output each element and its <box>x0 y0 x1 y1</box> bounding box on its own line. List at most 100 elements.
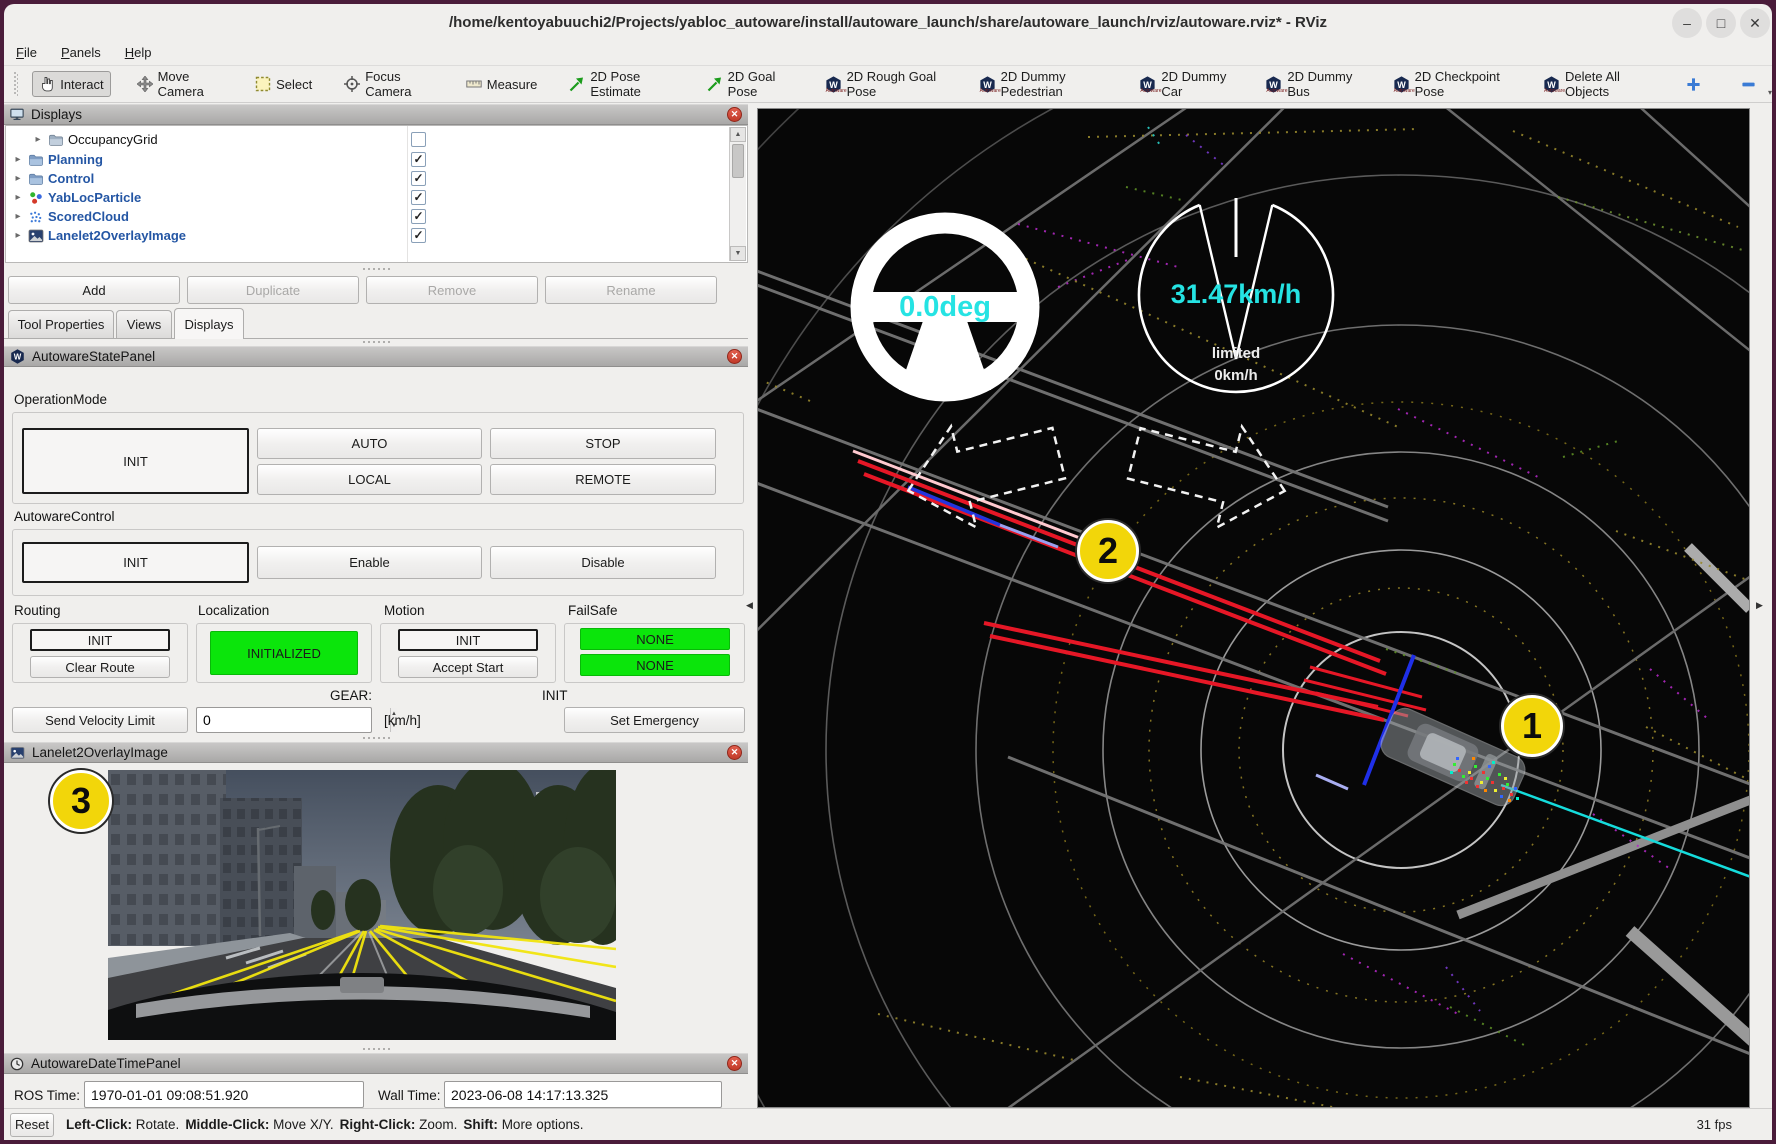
datetime-panel-header[interactable]: AutowareDateTimePanel ✕ <box>4 1053 748 1074</box>
autoware-control-state-button[interactable]: INIT <box>22 542 249 583</box>
minimize-button[interactable]: – <box>1672 8 1702 38</box>
tool-2d-pose-estimate[interactable]: 2D Pose Estimate <box>563 65 680 103</box>
localization-state-button[interactable]: INITIALIZED <box>210 631 358 675</box>
accept-start-button[interactable]: Accept Start <box>398 656 538 678</box>
wall-time-field[interactable] <box>444 1081 722 1108</box>
tab-tool-properties[interactable]: Tool Properties <box>8 310 114 338</box>
add-tool-button[interactable] <box>1680 73 1707 96</box>
tool-2d-rough-goal-pose[interactable]: W 2D Rough Goal Pose Autoware <box>819 65 953 103</box>
checkbox-lanelet2overlayimage[interactable]: ✓ <box>411 228 426 243</box>
expand-chevron-icon[interactable]: ▸ <box>32 134 44 145</box>
expand-chevron-icon[interactable]: ▸ <box>12 230 24 241</box>
tree-row-control[interactable]: ▸ Control ✓ <box>6 169 747 188</box>
image-panel-close-icon[interactable]: ✕ <box>727 745 742 760</box>
clock-icon <box>10 1057 24 1071</box>
titlebar[interactable]: /home/kentoyabuuchi2/Projects/yabloc_aut… <box>4 4 1772 40</box>
splitter-handle[interactable] <box>4 263 748 275</box>
remove-display-button[interactable]: Remove <box>366 276 538 304</box>
toolbar-overflow-chevron-icon[interactable]: ▾ <box>1768 88 1772 97</box>
minus-icon <box>1741 77 1756 92</box>
splitter-handle[interactable] <box>4 735 748 741</box>
reset-button[interactable]: Reset <box>10 1113 54 1137</box>
left-splitter-collapse-icon[interactable]: ◀ <box>746 600 753 611</box>
expand-chevron-icon[interactable]: ▸ <box>12 154 24 165</box>
remote-button[interactable]: REMOTE <box>490 464 716 495</box>
datetime-panel-title: AutowareDateTimePanel <box>31 1056 181 1071</box>
tree-row-occupancygrid[interactable]: ▸ OccupancyGrid <box>6 130 747 149</box>
tool-measure[interactable]: Measure <box>460 72 544 96</box>
expand-chevron-icon[interactable]: ▸ <box>12 173 24 184</box>
svg-text:W: W <box>14 353 22 362</box>
failsafe-label: FailSafe <box>568 603 618 618</box>
scroll-up-icon[interactable]: ▲ <box>730 127 746 142</box>
tree-row-planning[interactable]: ▸ Planning ✓ <box>6 150 747 169</box>
splitter-handle[interactable] <box>4 1046 748 1052</box>
tab-displays[interactable]: Displays <box>174 308 244 339</box>
annotation-badge-1: 1 <box>1501 695 1563 757</box>
expand-chevron-icon[interactable]: ▸ <box>12 192 24 203</box>
tool-interact[interactable]: Interact <box>32 71 110 97</box>
state-panel-close-icon[interactable]: ✕ <box>727 349 742 364</box>
rename-display-button[interactable]: Rename <box>545 276 717 304</box>
state-panel-title: AutowareStatePanel <box>32 349 155 364</box>
close-button[interactable]: ✕ <box>1740 8 1770 38</box>
tool-move-camera[interactable]: Move Camera <box>131 65 229 103</box>
tab-views[interactable]: Views <box>116 310 172 338</box>
displays-panel-header[interactable]: Displays ✕ <box>4 104 748 125</box>
send-velocity-limit-button[interactable]: Send Velocity Limit <box>12 707 188 733</box>
enable-button[interactable]: Enable <box>257 546 482 579</box>
image-panel-header[interactable]: Lanelet2OverlayImage ✕ <box>4 742 748 763</box>
failsafe-state2-button[interactable]: NONE <box>580 654 730 676</box>
tool-select[interactable]: Select <box>249 72 318 96</box>
checkbox-planning[interactable]: ✓ <box>411 152 426 167</box>
tree-row-yablocparticle[interactable]: ▸ YabLocParticle ✓ <box>6 188 747 207</box>
checkbox-scoredcloud[interactable]: ✓ <box>411 209 426 224</box>
splitter-handle[interactable] <box>4 339 748 345</box>
toolbar-grip[interactable] <box>14 72 18 96</box>
local-button[interactable]: LOCAL <box>257 464 482 495</box>
add-display-button[interactable]: Add <box>8 276 180 304</box>
duplicate-display-button[interactable]: Duplicate <box>187 276 359 304</box>
motion-state-button[interactable]: INIT <box>398 629 538 651</box>
tool-focus-camera[interactable]: Focus Camera <box>338 65 440 103</box>
failsafe-state1-button[interactable]: NONE <box>580 628 730 650</box>
tree-scrollbar[interactable]: ▲ ▼ <box>729 127 746 261</box>
remove-tool-button[interactable] <box>1735 73 1762 96</box>
right-splitter-collapse-icon[interactable]: ▶ <box>1756 600 1763 611</box>
scroll-down-icon[interactable]: ▼ <box>730 246 746 261</box>
tool-2d-dummy-car[interactable]: W 2D Dummy Car Autoware <box>1133 65 1239 103</box>
datetime-panel-close-icon[interactable]: ✕ <box>727 1056 742 1071</box>
tool-2d-checkpoint-pose[interactable]: W 2D Checkpoint Pose Autoware <box>1387 65 1517 103</box>
disable-button[interactable]: Disable <box>490 546 716 579</box>
3d-viewport[interactable]: 0.0deg 31.47km/h limited 0km/h 1 2 <box>757 108 1750 1108</box>
routing-state-button[interactable]: INIT <box>30 629 170 651</box>
scroll-thumb[interactable] <box>732 144 744 178</box>
auto-button[interactable]: AUTO <box>257 428 482 459</box>
tree-row-lanelet2overlayimage[interactable]: ▸ Lanelet2OverlayImage ✓ <box>6 226 747 245</box>
ros-time-field[interactable] <box>84 1081 364 1108</box>
tool-2d-dummy-bus[interactable]: W 2D Dummy Bus Autoware <box>1259 65 1366 103</box>
tool-delete-all-objects[interactable]: W Delete All Objects Autoware <box>1537 65 1654 103</box>
tree-row-scoredcloud[interactable]: ▸ ScoredCloud ✓ <box>6 207 747 226</box>
menu-panels[interactable]: Panels <box>61 45 101 60</box>
state-panel-header[interactable]: W AutowareStatePanel ✕ <box>4 346 748 367</box>
menu-help[interactable]: Help <box>125 45 152 60</box>
velocity-limit-input[interactable] <box>197 708 390 732</box>
expand-chevron-icon[interactable]: ▸ <box>12 211 24 222</box>
menu-file[interactable]: File <box>16 45 37 60</box>
checkbox-control[interactable]: ✓ <box>411 171 426 186</box>
displays-panel-title: Displays <box>31 107 82 122</box>
operation-mode-state-button[interactable]: INIT <box>22 428 249 494</box>
speed-value: 31.47km/h <box>1130 279 1342 310</box>
stop-button[interactable]: STOP <box>490 428 716 459</box>
checkbox-occupancygrid[interactable] <box>411 132 426 147</box>
checkbox-yablocparticle[interactable]: ✓ <box>411 190 426 205</box>
ros-time-label: ROS Time: <box>14 1088 80 1103</box>
displays-close-icon[interactable]: ✕ <box>727 107 742 122</box>
maximize-button[interactable]: □ <box>1706 8 1736 38</box>
set-emergency-button[interactable]: Set Emergency <box>564 707 745 733</box>
clear-route-button[interactable]: Clear Route <box>30 656 170 678</box>
tool-2d-dummy-pedestrian[interactable]: W 2D Dummy Pedestrian Autoware <box>973 65 1114 103</box>
velocity-limit-spinner[interactable]: ▲▼ <box>196 707 372 733</box>
tool-2d-goal-pose[interactable]: 2D Goal Pose <box>701 65 799 103</box>
